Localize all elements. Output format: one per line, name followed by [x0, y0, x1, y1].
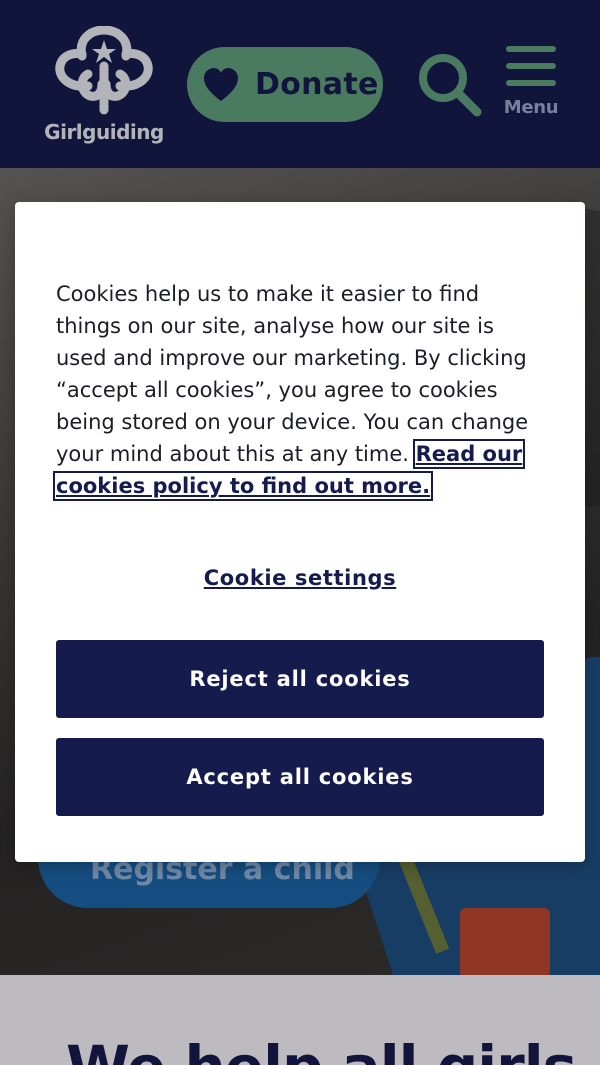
accept-all-cookies-button[interactable]: Accept all cookies [56, 738, 544, 816]
cookie-consent-dialog: Cookies help us to make it easier to fin… [15, 202, 585, 862]
cookie-settings-link[interactable]: Cookie settings [15, 566, 585, 590]
cookie-message-text: Cookies help us to make it easier to fin… [56, 282, 529, 466]
cookie-message: Cookies help us to make it easier to fin… [52, 278, 546, 502]
reject-all-cookies-button[interactable]: Reject all cookies [56, 640, 544, 718]
